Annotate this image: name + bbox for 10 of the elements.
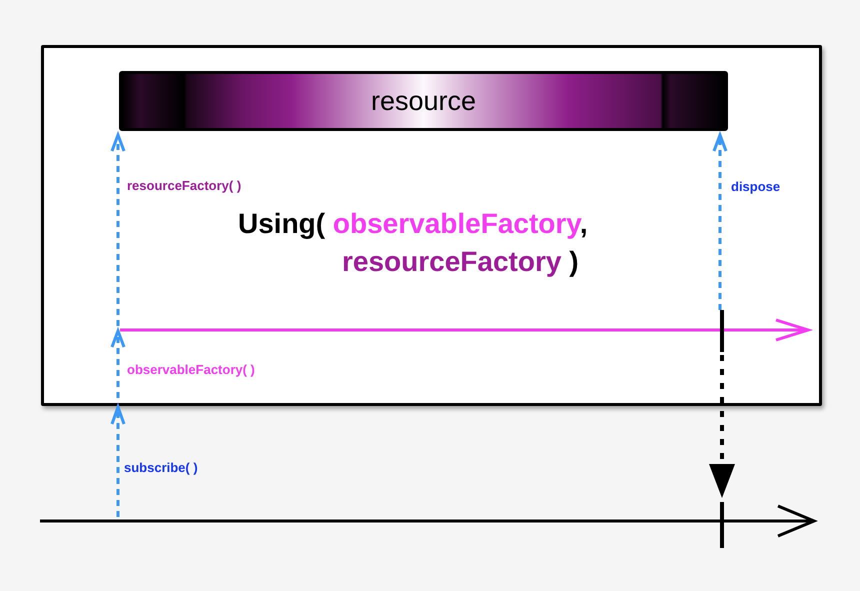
completion-tick xyxy=(720,502,724,548)
call-label: resourceFactory( ) xyxy=(127,178,242,193)
call-label: dispose xyxy=(731,179,780,194)
call-label: observableFactory( ) xyxy=(127,362,255,377)
operator-signature: Using( observableFactory, xyxy=(238,208,588,240)
observable-factory-arrow xyxy=(110,326,126,398)
operator-signature: resourceFactory ) xyxy=(342,246,579,278)
call-label: subscribe( ) xyxy=(124,460,198,475)
resource-bar: resource xyxy=(119,71,728,131)
completion-tick xyxy=(720,310,724,352)
